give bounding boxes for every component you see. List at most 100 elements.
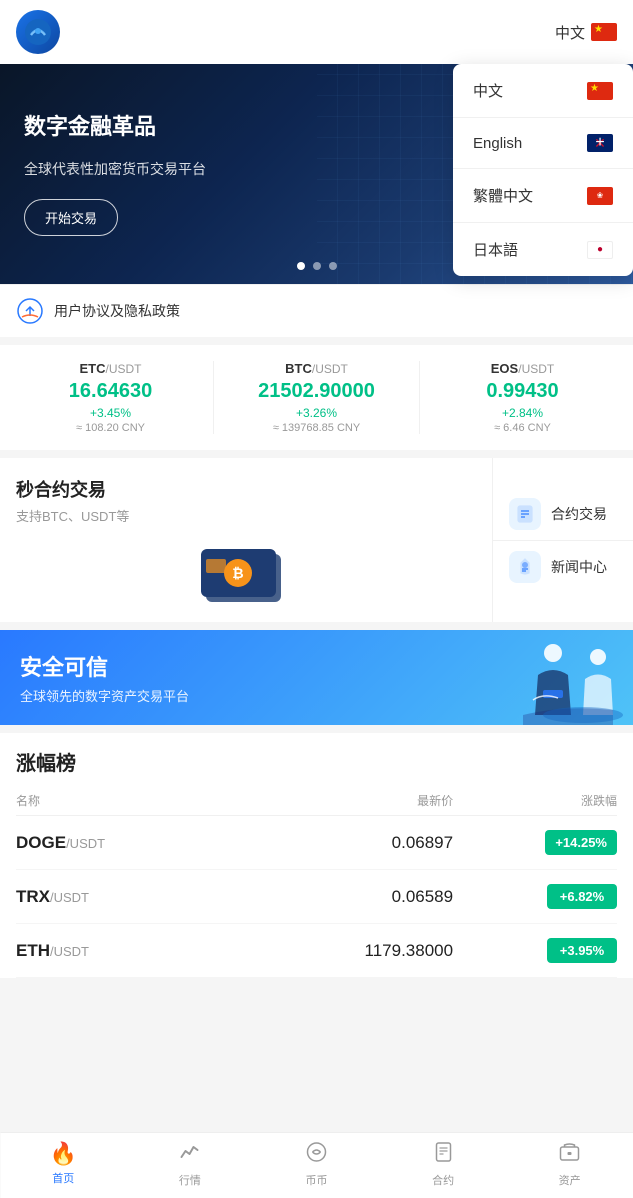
banner-dot-2[interactable] bbox=[313, 262, 321, 270]
trx-name: TRX/USDT bbox=[16, 887, 235, 907]
etc-price-change: +3.45% bbox=[16, 406, 205, 420]
lang-label-traditional: 繁體中文 bbox=[473, 185, 533, 206]
doge-quote: /USDT bbox=[66, 836, 105, 851]
contract-trading-button[interactable]: 合约交易 bbox=[493, 488, 633, 541]
trading-right-panel: 合约交易 新闻中心 bbox=[493, 458, 633, 622]
trx-change-badge: +6.82% bbox=[547, 884, 617, 909]
contract-icon bbox=[509, 498, 541, 530]
header: 中文 bbox=[0, 0, 633, 64]
nav-assets-label: 资产 bbox=[559, 1172, 581, 1188]
header-name-col: 名称 bbox=[16, 792, 235, 809]
doge-price: 0.06897 bbox=[235, 833, 454, 853]
svg-text:₿: ₿ bbox=[232, 565, 243, 581]
etc-pair-label: ETC/USDT bbox=[16, 361, 205, 376]
assets-icon bbox=[559, 1141, 581, 1169]
lang-item-chinese[interactable]: 中文 bbox=[453, 64, 633, 118]
language-dropdown: 中文 English 繁體中文 ❀ 日本語 bbox=[453, 64, 633, 276]
lang-item-traditional-chinese[interactable]: 繁體中文 ❀ bbox=[453, 169, 633, 223]
flag-uk-icon bbox=[587, 134, 613, 152]
current-language-label: 中文 bbox=[555, 22, 585, 43]
nav-assets[interactable]: 资产 bbox=[506, 1133, 633, 1198]
promo-banner[interactable]: 安全可信 全球领先的数字资产交易平台 bbox=[0, 630, 633, 725]
news-center-label: 新闻中心 bbox=[551, 557, 607, 577]
market-icon bbox=[179, 1141, 201, 1169]
nav-contract-label: 合约 bbox=[432, 1172, 454, 1188]
flag-jp-icon bbox=[587, 241, 613, 259]
contract-nav-icon bbox=[432, 1141, 454, 1169]
notice-bar[interactable]: 用户协议及隐私政策 bbox=[0, 284, 633, 337]
lang-label-japanese: 日本語 bbox=[473, 239, 518, 260]
contract-trading-label: 合约交易 bbox=[551, 504, 607, 524]
price-col-btc[interactable]: BTC/USDT 21502.90000 +3.26% ≈ 139768.85 … bbox=[214, 361, 420, 434]
eos-pair-label: EOS/USDT bbox=[428, 361, 617, 376]
flag-hk-icon: ❀ bbox=[587, 187, 613, 205]
promo-illustration bbox=[443, 640, 623, 726]
etc-price-cny: ≈ 108.20 CNY bbox=[16, 422, 205, 434]
eos-price-change: +2.84% bbox=[428, 406, 617, 420]
banner-title: 数字金融革品 bbox=[24, 112, 206, 143]
promo-subtitle: 全球领先的数字资产交易平台 bbox=[20, 686, 189, 705]
eth-name: ETH/USDT bbox=[16, 941, 235, 961]
news-center-button[interactable]: 新闻中心 bbox=[493, 541, 633, 593]
trading-subtitle: 支持BTC、USDT等 bbox=[16, 506, 476, 525]
logo[interactable] bbox=[16, 10, 60, 54]
promo-title: 安全可信 bbox=[20, 650, 189, 682]
cn-flag-icon bbox=[591, 23, 617, 41]
table-row[interactable]: DOGE/USDT 0.06897 +14.25% bbox=[16, 816, 617, 870]
bitcoin-card-illustration: ₿ bbox=[201, 539, 291, 604]
eos-price-cny: ≈ 6.46 CNY bbox=[428, 422, 617, 434]
trx-change: +6.82% bbox=[453, 884, 617, 909]
table-row[interactable]: ETH/USDT 1179.38000 +3.95% bbox=[16, 924, 617, 978]
lang-label-english: English bbox=[473, 135, 522, 152]
market-table-title: 涨幅榜 bbox=[16, 733, 617, 786]
banner-dot-3[interactable] bbox=[329, 262, 337, 270]
doge-change-badge: +14.25% bbox=[545, 830, 617, 855]
nav-trade-label: 币币 bbox=[305, 1172, 327, 1188]
eth-change-badge: +3.95% bbox=[547, 938, 617, 963]
trading-left-panel: 秒合约交易 支持BTC、USDT等 ₿ bbox=[0, 458, 493, 622]
nav-contract[interactable]: 合约 bbox=[380, 1133, 507, 1198]
trading-title: 秒合约交易 bbox=[16, 476, 476, 502]
banner-dot-1[interactable] bbox=[297, 262, 305, 270]
nav-home-label: 首页 bbox=[52, 1170, 74, 1186]
lang-label-chinese: 中文 bbox=[473, 80, 503, 101]
trx-price: 0.06589 bbox=[235, 887, 454, 907]
trade-icon bbox=[305, 1141, 327, 1169]
flag-cn-icon bbox=[587, 82, 613, 100]
eth-base: ETH bbox=[16, 941, 50, 960]
start-trading-button[interactable]: 开始交易 bbox=[24, 199, 118, 236]
price-ticker-section: ETC/USDT 16.64630 +3.45% ≈ 108.20 CNY BT… bbox=[0, 337, 633, 450]
market-table-header: 名称 最新价 涨跌幅 bbox=[16, 786, 617, 816]
trx-base: TRX bbox=[16, 887, 50, 906]
nav-home[interactable]: 🔥 首页 bbox=[0, 1133, 127, 1198]
banner-content: 数字金融革品 全球代表性加密货币交易平台 开始交易 bbox=[24, 112, 206, 236]
btc-price-cny: ≈ 139768.85 CNY bbox=[222, 422, 411, 434]
etc-price-value: 16.64630 bbox=[16, 380, 205, 403]
header-change-col: 涨跌幅 bbox=[453, 792, 617, 809]
banner-pagination bbox=[297, 262, 337, 270]
price-col-eos[interactable]: EOS/USDT 0.99430 +2.84% ≈ 6.46 CNY bbox=[420, 361, 625, 434]
trx-quote: /USDT bbox=[50, 890, 89, 905]
nav-market[interactable]: 行情 bbox=[127, 1133, 254, 1198]
doge-base: DOGE bbox=[16, 833, 66, 852]
banner-subtitle: 全球代表性加密货币交易平台 bbox=[24, 159, 206, 179]
home-icon: 🔥 bbox=[50, 1141, 77, 1167]
eos-price-value: 0.99430 bbox=[428, 380, 617, 403]
eth-quote: /USDT bbox=[50, 944, 89, 959]
doge-name: DOGE/USDT bbox=[16, 833, 235, 853]
table-row[interactable]: TRX/USDT 0.06589 +6.82% bbox=[16, 870, 617, 924]
eth-change: +3.95% bbox=[453, 938, 617, 963]
language-button[interactable]: 中文 bbox=[555, 22, 617, 43]
market-table-section: 涨幅榜 名称 最新价 涨跌幅 DOGE/USDT 0.06897 +14.25%… bbox=[0, 733, 633, 978]
header-price-col: 最新价 bbox=[235, 792, 454, 809]
lang-item-japanese[interactable]: 日本語 bbox=[453, 223, 633, 276]
price-col-etc[interactable]: ETC/USDT 16.64630 +3.45% ≈ 108.20 CNY bbox=[8, 361, 214, 434]
btc-price-value: 21502.90000 bbox=[222, 380, 411, 403]
doge-change: +14.25% bbox=[453, 830, 617, 855]
nav-trade[interactable]: 币币 bbox=[253, 1133, 380, 1198]
bottom-navigation: 🔥 首页 行情 币币 合约 bbox=[0, 1132, 633, 1198]
eth-price: 1179.38000 bbox=[235, 941, 454, 961]
news-icon bbox=[509, 551, 541, 583]
promo-text: 安全可信 全球领先的数字资产交易平台 bbox=[20, 650, 189, 705]
lang-item-english[interactable]: English bbox=[453, 118, 633, 169]
